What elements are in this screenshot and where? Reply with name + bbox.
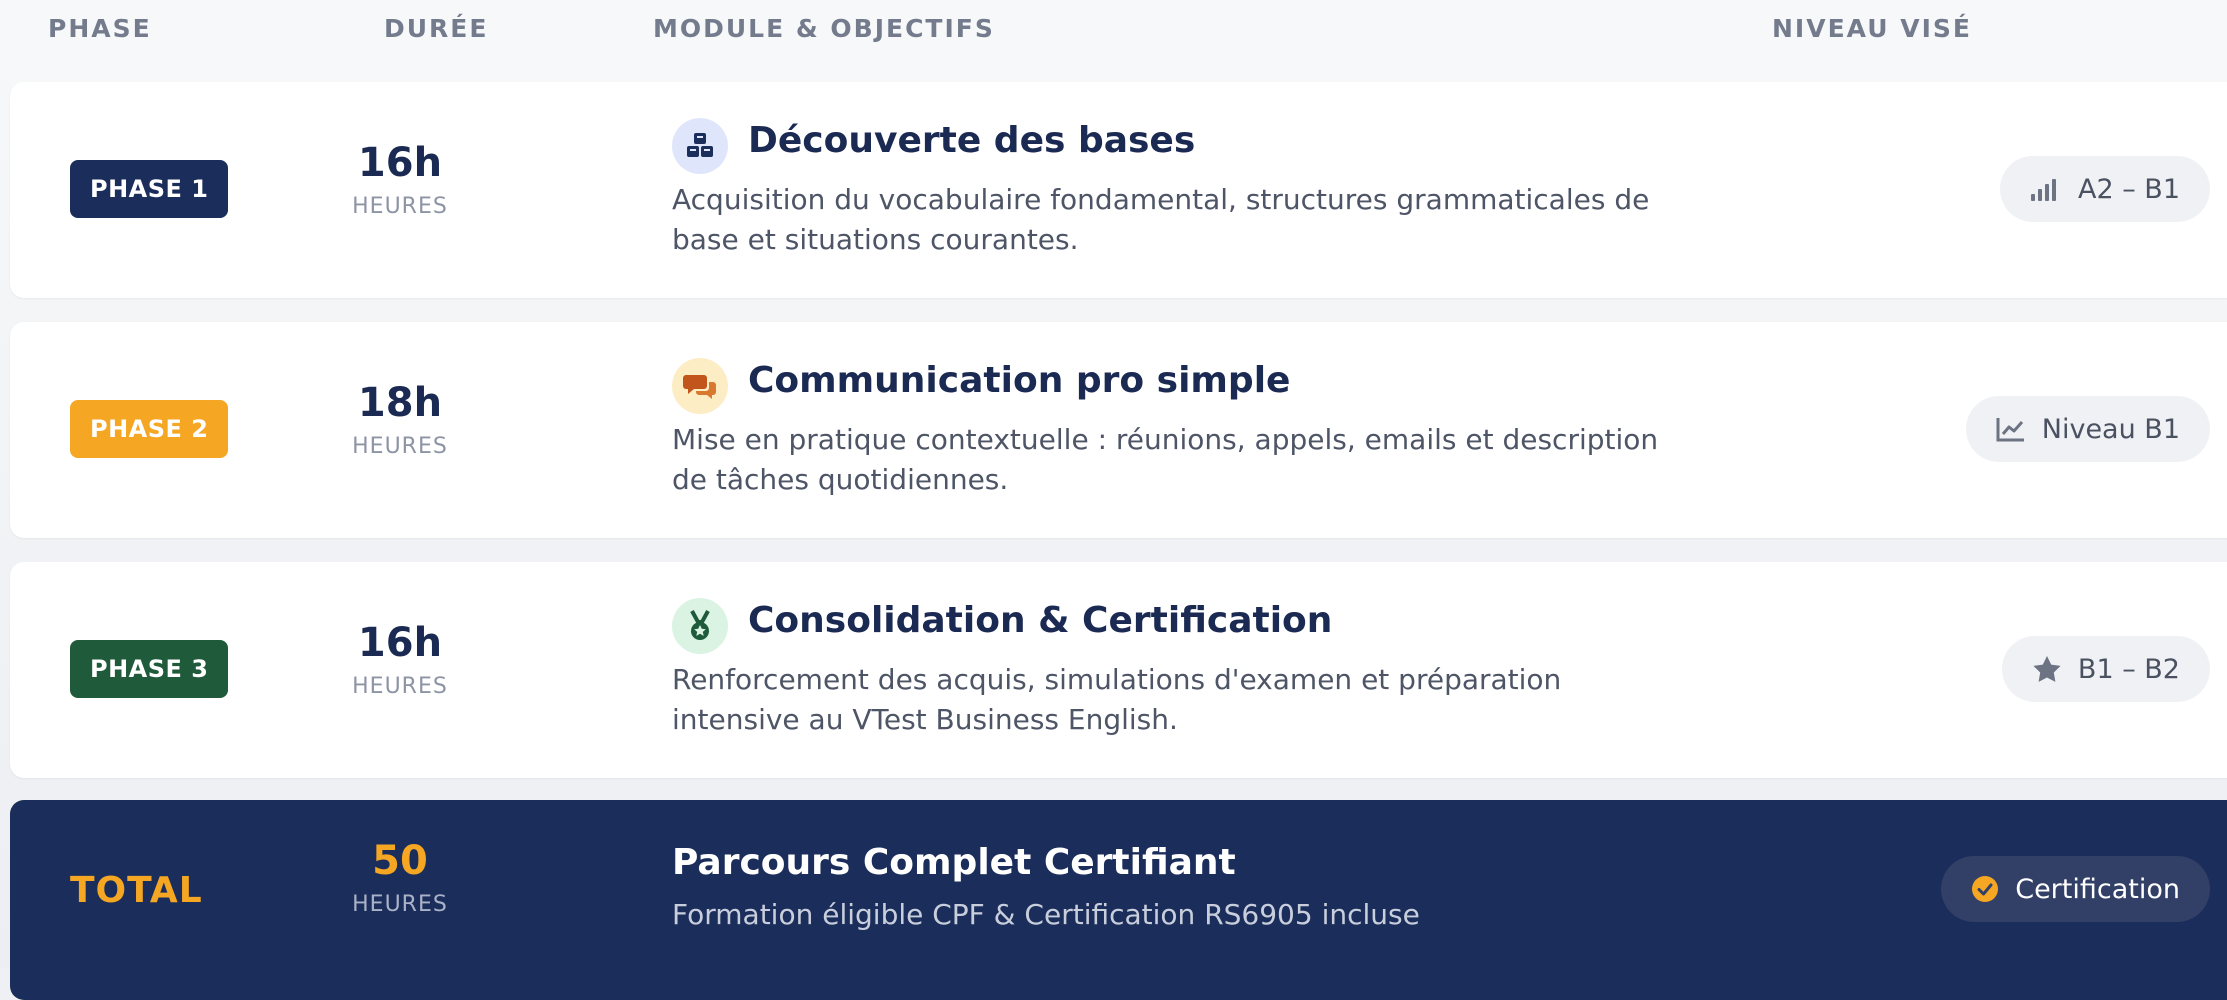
duration-hours: 16h — [357, 140, 443, 186]
duration-hours: 18h — [357, 380, 443, 426]
module-description: Renforcement des acquis, simulations d'e… — [672, 663, 1562, 736]
cubes-icon — [672, 118, 728, 174]
total-label: TOTAL — [70, 870, 203, 911]
signal-bars-icon — [2030, 176, 2062, 202]
module-description: Acquisition du vocabulaire fondamental, … — [672, 183, 1650, 256]
duration-cell: 16h HEURES — [310, 82, 490, 219]
level-text: A2 – B1 — [2077, 173, 2180, 205]
module-title: Consolidation & Certification — [748, 600, 1333, 641]
total-title: Parcours Complet Certifiant — [672, 842, 1236, 883]
level-pill: A2 – B1 — [1999, 156, 2210, 222]
total-unit: HEURES — [352, 892, 448, 917]
certification-pill: Certification — [1941, 856, 2210, 922]
star-icon — [2032, 655, 2062, 683]
table-row: PHASE 3 16h HEURES Consolidation & Certi… — [10, 562, 2227, 778]
header-niveau: NIVEAU VISÉ — [1772, 14, 1972, 43]
level-text: B1 – B2 — [2077, 653, 2180, 685]
certification-text: Certification — [2015, 873, 2180, 905]
check-circle-icon — [1971, 875, 1999, 903]
header-duree: DURÉE — [384, 14, 489, 43]
total-hours: 50 — [372, 838, 428, 884]
header-module: MODULE & OBJECTIFS — [653, 14, 995, 43]
duration-unit: HEURES — [352, 674, 448, 699]
phase-badge: PHASE 1 — [70, 160, 229, 218]
duration-hours: 16h — [357, 620, 443, 666]
duration-cell: 18h HEURES — [310, 322, 490, 459]
level-text: Niveau B1 — [2041, 413, 2180, 445]
level-pill: B1 – B2 — [2001, 636, 2210, 702]
total-duration-cell: 50 HEURES — [310, 800, 490, 917]
table-row: PHASE 2 18h HEURES Communication pro sim… — [10, 322, 2227, 538]
total-row: TOTAL 50 HEURES Parcours Complet Certifi… — [10, 800, 2227, 1000]
phase-badge: PHASE 3 — [70, 640, 229, 698]
chat-bubbles-icon — [672, 358, 728, 414]
module-title: Communication pro simple — [748, 360, 1291, 401]
duration-unit: HEURES — [352, 194, 448, 219]
total-description: Formation éligible CPF & Certification R… — [672, 898, 1420, 931]
table-header: PHASE DURÉE MODULE & OBJECTIFS NIVEAU VI… — [0, 0, 2227, 60]
duration-cell: 16h HEURES — [310, 562, 490, 699]
phase-badge: PHASE 2 — [70, 400, 229, 458]
duration-unit: HEURES — [352, 434, 448, 459]
level-pill: Niveau B1 — [1965, 396, 2210, 462]
table-row: PHASE 1 16h HEURES Découverte des bases … — [10, 82, 2227, 298]
medal-icon — [672, 598, 728, 654]
module-description: Mise en pratique contextuelle : réunions… — [672, 423, 1659, 496]
line-chart-icon — [1996, 416, 2026, 442]
header-phase: PHASE — [48, 14, 152, 43]
module-title: Découverte des bases — [748, 120, 1196, 161]
